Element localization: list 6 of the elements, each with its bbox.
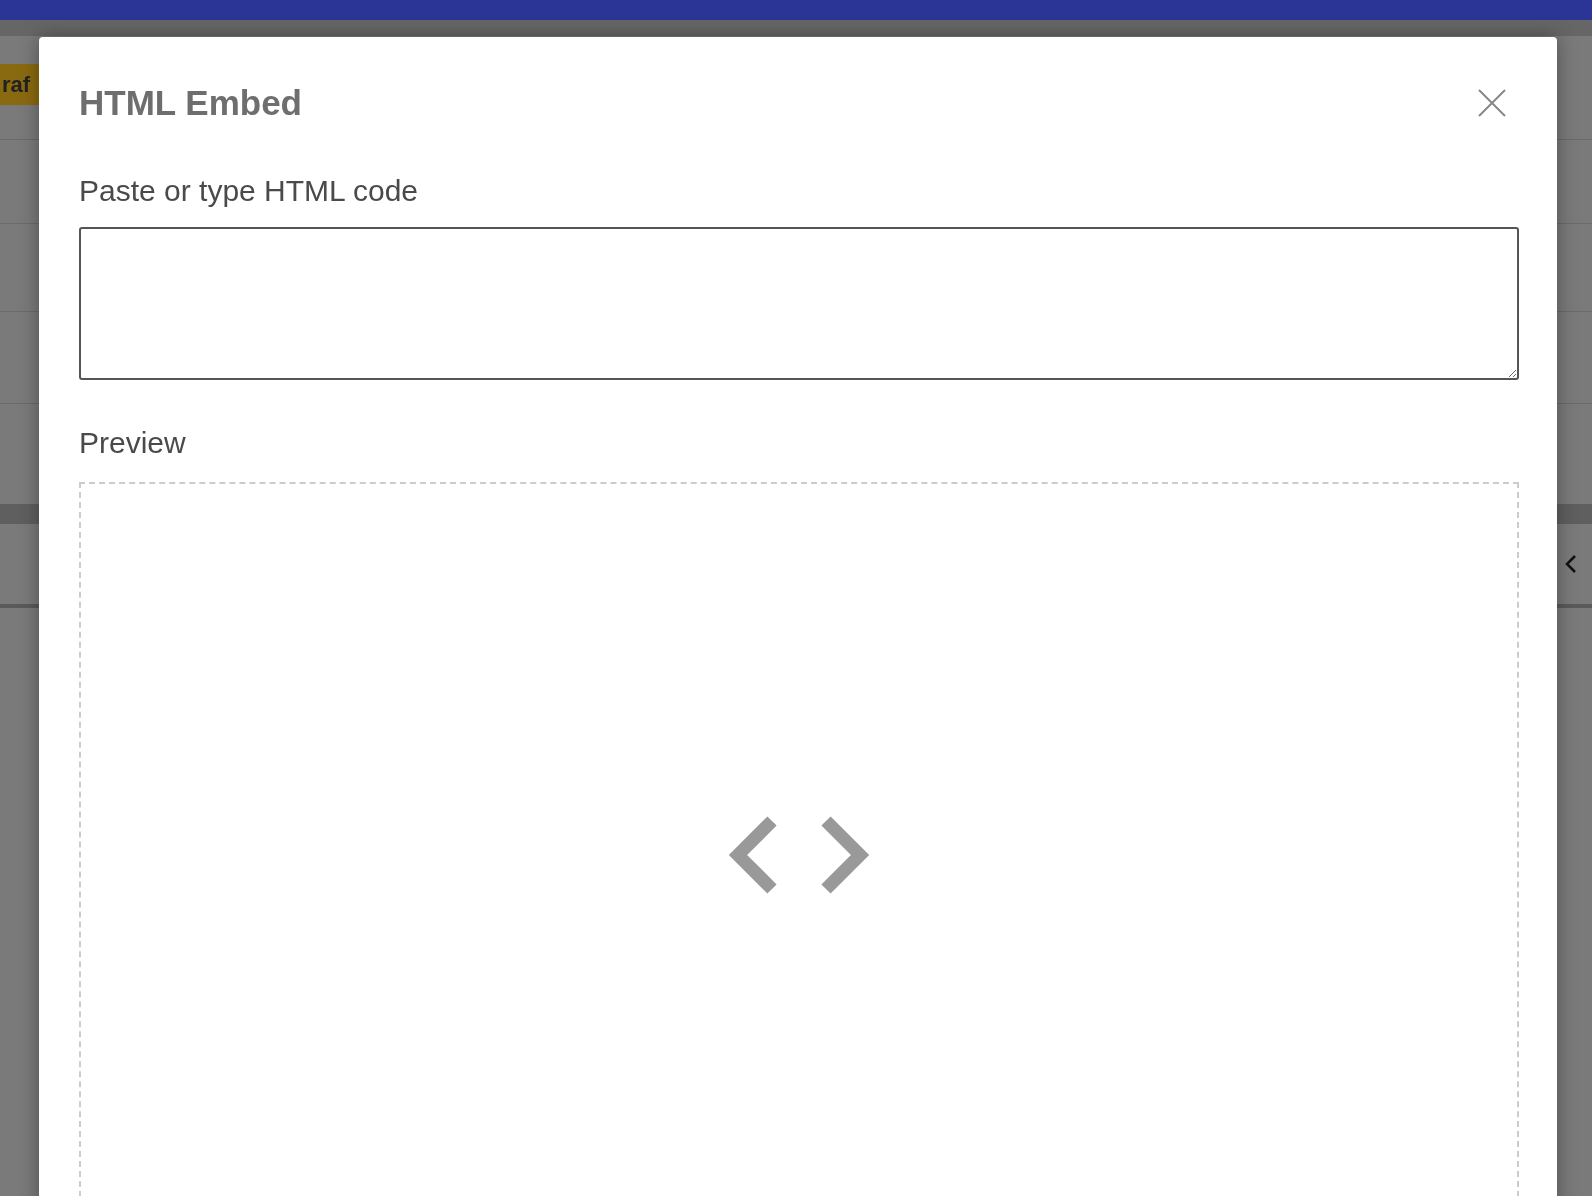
chevron-left-icon[interactable] (1564, 554, 1578, 574)
code-brackets-icon (726, 814, 872, 895)
field-label: Paste or type HTML code (79, 172, 420, 209)
dialog-title: HTML Embed (79, 82, 302, 124)
preview-label: Preview (79, 425, 187, 462)
code-input-field[interactable] (79, 226, 1519, 381)
